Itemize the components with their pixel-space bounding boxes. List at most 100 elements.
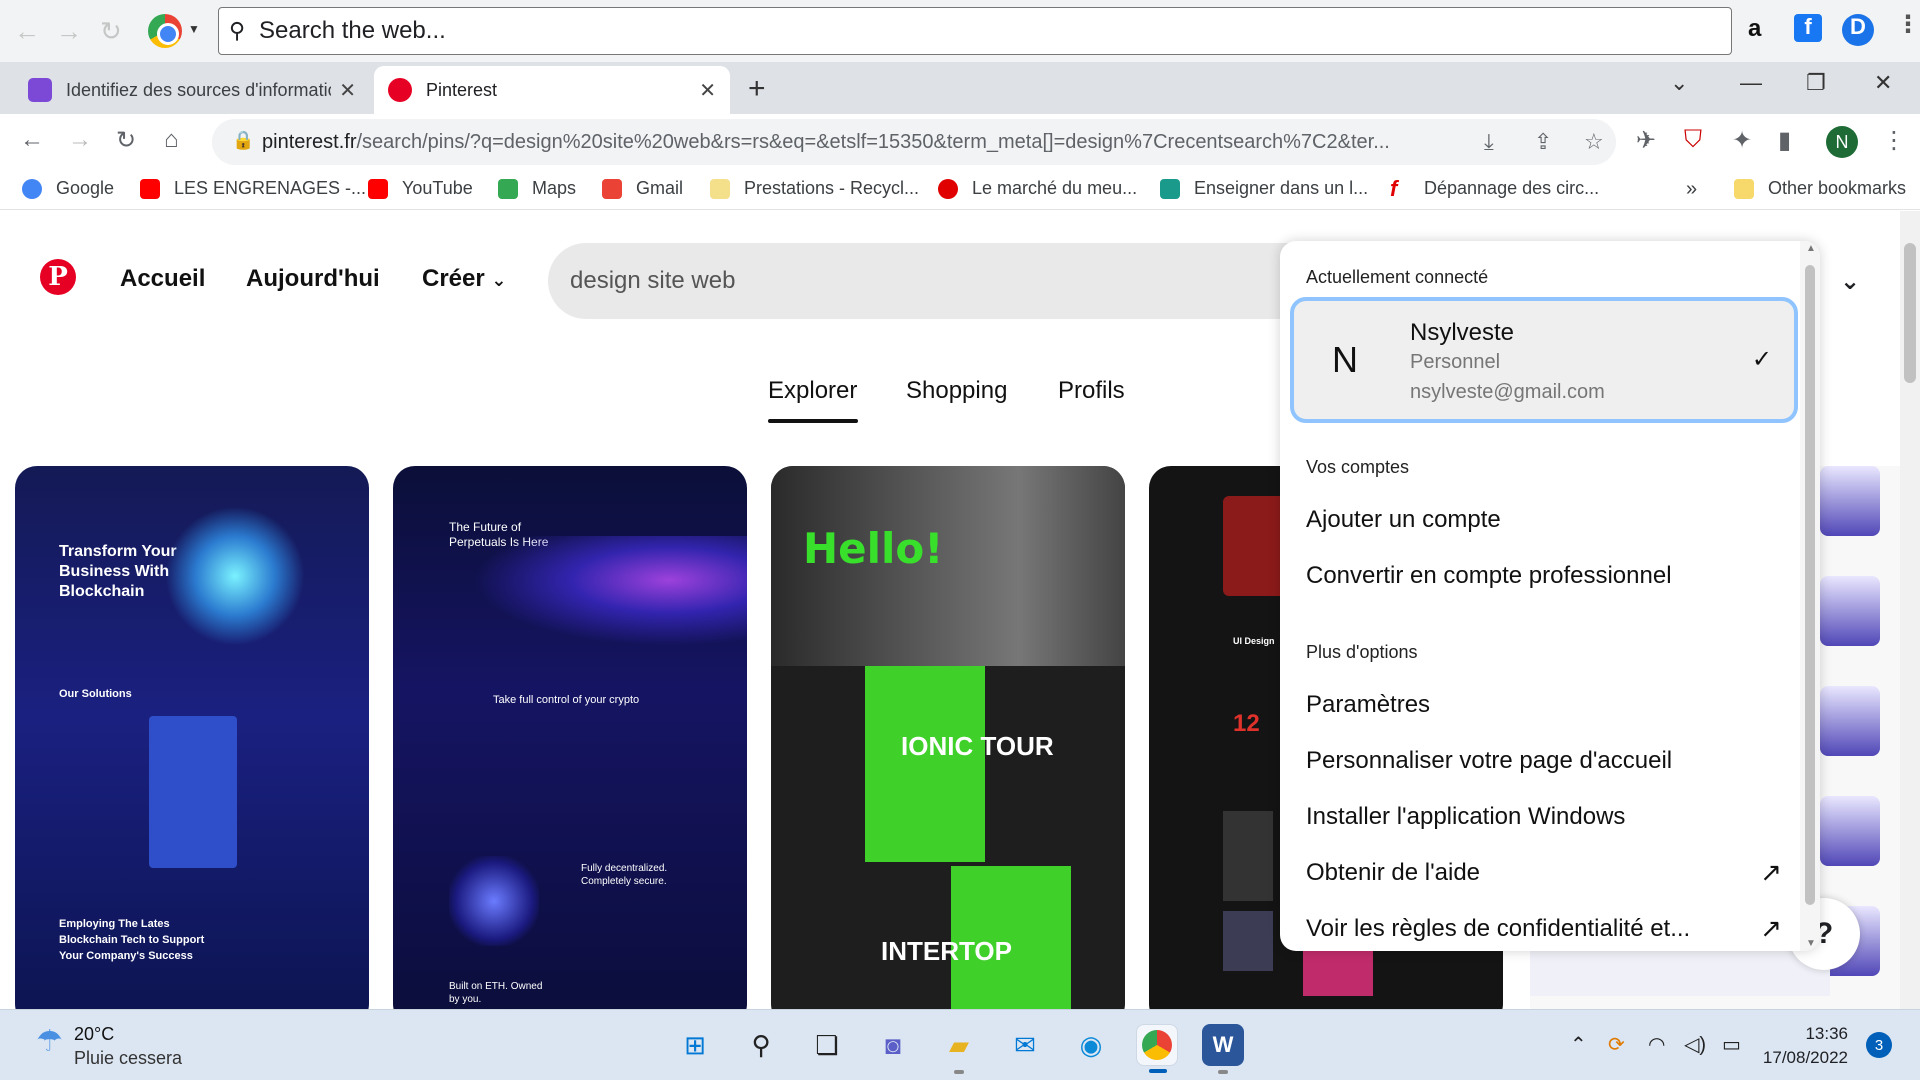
address-url[interactable]: pinterest.fr/search/pins/?q=design%20sit… xyxy=(262,131,1462,154)
bookmarks-overflow[interactable]: » xyxy=(1686,178,1697,201)
reload-icon[interactable]: ↻ xyxy=(116,126,136,155)
menu-scrollbar[interactable]: ▲ ▼ xyxy=(1800,241,1820,951)
bookmark-enseigner[interactable]: Enseigner dans un l... xyxy=(1160,178,1368,199)
dashlane-icon[interactable]: D xyxy=(1842,14,1874,46)
nav-home[interactable]: Accueil xyxy=(120,265,205,293)
card-footer-text: Employing The Lates Blockchain Tech to S… xyxy=(59,918,205,962)
rain-icon[interactable]: ☂ xyxy=(36,1024,63,1059)
convert-pro-item[interactable]: Convertir en compte professionnel xyxy=(1306,562,1672,590)
back-icon[interactable]: ← xyxy=(20,126,44,154)
account-chevron-icon[interactable]: ⌄ xyxy=(1840,267,1860,296)
extensions-icon[interactable]: ✦ xyxy=(1732,126,1752,155)
word-icon[interactable]: W xyxy=(1202,1024,1244,1074)
forward-icon[interactable]: → xyxy=(56,16,82,47)
bookmark-prestations[interactable]: Prestations - Recycl... xyxy=(710,178,919,199)
bookmark-marche[interactable]: Le marché du meu... xyxy=(938,178,1137,199)
tab-strip: Identifiez des sources d'information ✕ P… xyxy=(0,62,1920,114)
minimize-icon[interactable]: — xyxy=(1740,70,1762,96)
page-scrollbar[interactable] xyxy=(1900,211,1920,1009)
tab-explorer[interactable]: Explorer xyxy=(768,377,857,405)
start-icon[interactable]: ⊞ xyxy=(674,1024,716,1066)
chevron-down-icon[interactable]: ▼ xyxy=(188,22,200,36)
profile-avatar[interactable]: N xyxy=(1826,126,1858,158)
scrollbar-thumb[interactable] xyxy=(1904,243,1916,383)
volume-icon[interactable]: ◁) xyxy=(1684,1032,1706,1057)
side-panel-icon[interactable]: ▮ xyxy=(1778,126,1791,155)
forward-icon[interactable]: → xyxy=(68,126,92,154)
notification-badge[interactable]: 3 xyxy=(1866,1032,1892,1058)
nav-today[interactable]: Aujourd'hui xyxy=(246,265,380,293)
task-view-icon[interactable]: ❏ xyxy=(806,1024,848,1066)
card-subheading: Our Solutions xyxy=(59,688,132,700)
pinterest-logo-icon[interactable]: P xyxy=(40,259,76,295)
tab-pinterest[interactable]: Pinterest ✕ xyxy=(374,66,730,114)
install-app-item[interactable]: Installer l'application Windows xyxy=(1306,803,1625,831)
pin-card-crypto[interactable]: The Future of Perpetuals Is Here Take fu… xyxy=(393,466,747,1009)
extension-plane-icon[interactable]: ✈ xyxy=(1636,126,1656,155)
teams-chat-icon[interactable]: ◙ xyxy=(872,1024,914,1066)
tab-identifiez[interactable]: Identifiez des sources d'information ✕ xyxy=(14,66,370,114)
bookmark-maps[interactable]: Maps xyxy=(498,178,576,199)
search-icon[interactable]: ⚲ xyxy=(740,1024,782,1066)
more-icon[interactable]: ⋮ xyxy=(1896,10,1920,39)
close-window-icon[interactable]: ✕ xyxy=(1874,70,1892,96)
current-account-card[interactable]: N Nsylveste Personnel nsylveste@gmail.co… xyxy=(1290,297,1798,423)
customize-home-item[interactable]: Personnaliser votre page d'accueil xyxy=(1306,747,1672,775)
scroll-down-icon[interactable]: ▼ xyxy=(1806,938,1816,949)
home-icon[interactable]: ⌂ xyxy=(164,126,179,154)
reload-icon[interactable]: ↻ xyxy=(100,16,122,47)
pin-card-blockchain[interactable]: Transform Your Business With Blockchain … xyxy=(15,466,369,1009)
bookmark-youtube[interactable]: YouTube xyxy=(368,178,473,199)
scroll-up-icon[interactable]: ▲ xyxy=(1806,243,1816,254)
amazon-icon[interactable]: a xyxy=(1748,15,1761,43)
file-explorer-icon[interactable]: ▰ xyxy=(938,1024,980,1074)
back-icon[interactable]: ← xyxy=(14,16,40,47)
tab-profils[interactable]: Profils xyxy=(1058,377,1125,405)
clock-time[interactable]: 13:36 xyxy=(1788,1024,1848,1044)
new-tab-icon[interactable]: + xyxy=(748,72,766,106)
clock-date[interactable]: 17/08/2022 xyxy=(1762,1048,1848,1068)
pin-card-portfolio[interactable]: Hello! IONIC TOUR INTERTOP xyxy=(771,466,1125,1009)
get-help-item[interactable]: Obtenir de l'aide xyxy=(1306,859,1480,887)
address-bar[interactable]: 🔒 pinterest.fr/search/pins/?q=design%20s… xyxy=(212,119,1616,165)
sync-icon[interactable]: ⟳ xyxy=(1608,1032,1625,1057)
lock-icon[interactable]: 🔒 xyxy=(232,130,254,151)
extension-ublock-icon[interactable]: ⛉ xyxy=(1684,126,1702,154)
edge-icon[interactable]: ◉ xyxy=(1070,1024,1112,1066)
other-bookmarks[interactable]: Other bookmarks xyxy=(1734,178,1906,199)
bookmark-depannage[interactable]: f Dépannage des circ... xyxy=(1390,177,1599,199)
battery-icon[interactable]: ▭ xyxy=(1722,1032,1741,1057)
add-account-item[interactable]: Ajouter un compte xyxy=(1306,506,1501,534)
chrome-icon[interactable] xyxy=(1136,1024,1178,1073)
install-icon[interactable]: ⤓ xyxy=(1484,129,1494,155)
bookmark-gmail[interactable]: Gmail xyxy=(602,178,683,199)
restore-icon[interactable]: ❐ xyxy=(1806,70,1826,96)
outer-search-input[interactable] xyxy=(259,16,1659,46)
tab-shopping[interactable]: Shopping xyxy=(906,377,1007,405)
chevron-up-icon[interactable]: ⌃ xyxy=(1570,1032,1587,1057)
settings-item[interactable]: Paramètres xyxy=(1306,691,1430,719)
nav-create[interactable]: Créer ⌄ xyxy=(422,265,506,293)
tab-search-icon[interactable]: ⌄ xyxy=(1670,70,1688,96)
site-icon xyxy=(1160,178,1180,199)
star-icon[interactable]: ☆ xyxy=(1584,129,1604,155)
wifi-icon[interactable]: ◠ xyxy=(1648,1032,1665,1057)
close-icon[interactable]: ✕ xyxy=(339,78,356,103)
pinterest-search-input[interactable] xyxy=(570,263,1270,299)
pinterest-search-field[interactable] xyxy=(548,243,1348,319)
close-icon[interactable]: ✕ xyxy=(699,78,716,103)
weather-desc[interactable]: Pluie cessera xyxy=(74,1048,182,1069)
chevron-down-icon: ⌄ xyxy=(491,270,507,290)
menu-scrollbar-thumb[interactable] xyxy=(1805,265,1815,905)
mail-icon[interactable]: ✉ xyxy=(1004,1024,1046,1066)
facebook-icon[interactable]: f xyxy=(1794,14,1822,42)
outer-search-field[interactable]: ⚲ xyxy=(218,7,1732,55)
share-icon[interactable]: ⇪ xyxy=(1534,129,1552,155)
bookmark-engrenages[interactable]: LES ENGRENAGES -... xyxy=(140,178,366,199)
privacy-item[interactable]: Voir les règles de confidentialité et... xyxy=(1306,915,1690,943)
bookmark-google[interactable]: Google xyxy=(22,178,114,199)
menu-icon[interactable]: ⋮ xyxy=(1882,126,1906,155)
weather-temp[interactable]: 20°C xyxy=(74,1024,114,1045)
chrome-logo-icon[interactable] xyxy=(148,14,182,48)
youtube-icon xyxy=(368,178,388,199)
